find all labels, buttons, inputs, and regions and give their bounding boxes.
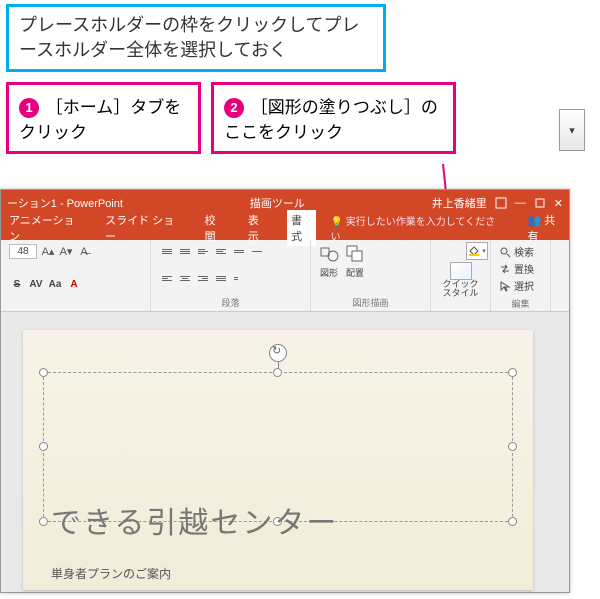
close-button[interactable]: ✕ [554, 197, 563, 210]
slide-canvas-area[interactable]: できる引越センター 単身者プランのご案内 [1, 312, 569, 592]
selection-handle[interactable] [39, 517, 48, 526]
slide[interactable]: できる引越センター 単身者プランのご案内 [23, 330, 533, 590]
find-button[interactable]: 検索 [499, 244, 542, 259]
selection-handle[interactable] [39, 368, 48, 377]
align-justify-button[interactable] [213, 271, 229, 285]
callout-2-text: ［図形の塗りつぶし］のここをクリック [224, 98, 438, 142]
align-left-button[interactable] [159, 271, 175, 285]
tell-me-hint[interactable]: 💡 実行したい作業を入力してください [330, 213, 499, 243]
callout-row: 1 ［ホーム］タブをクリック 2 ［図形の塗りつぶし］のここをクリック [6, 82, 594, 154]
ribbon-tabs: アニメーション スライド ショー 校閲 表示 書式 💡 実行したい作業を入力して… [1, 216, 569, 240]
overflow-dropdown[interactable]: ▾ [559, 109, 585, 151]
select-button[interactable]: 選択 [499, 278, 542, 293]
powerpoint-window: ーション1 - PowerPoint 描画ツール 井上香緒里 — ✕ アニメーシ… [0, 189, 570, 593]
replace-button[interactable]: 置換 [499, 261, 542, 276]
font-size-input[interactable]: 48 [9, 244, 37, 259]
callout-2: 2 ［図形の塗りつぶし］のここをクリック [211, 82, 456, 154]
ribbon-group-shape-styles: クイック スタイル [431, 240, 491, 311]
increase-font-icon[interactable]: A▴ [41, 245, 55, 259]
spacing-button[interactable]: AV [28, 277, 44, 293]
contextual-tool-label: 描画ツール [123, 195, 432, 211]
selection-handle[interactable] [39, 442, 48, 451]
line-spacing-button[interactable] [231, 244, 247, 258]
slide-subtitle-text[interactable]: 単身者プランのご案内 [51, 565, 171, 582]
selection-handle[interactable] [508, 517, 517, 526]
align-center-button[interactable] [177, 271, 193, 285]
rotate-handle[interactable] [269, 344, 287, 362]
columns-button[interactable] [231, 271, 247, 285]
maximize-button[interactable] [534, 197, 546, 209]
clear-format-icon[interactable]: A̶ [77, 245, 91, 259]
replace-icon [499, 263, 511, 275]
ribbon-group-font: 48 A▴ A▾ A̶ S AV Aa A [1, 240, 151, 311]
numbering-button[interactable] [177, 244, 193, 258]
ribbon-group-shapes: 図形 配置 図形描画 [311, 240, 431, 311]
drawing-group-label: 図形描画 [319, 296, 422, 309]
arrange-button[interactable]: 配置 [345, 244, 365, 279]
document-title: ーション1 - PowerPoint [7, 195, 123, 211]
quick-styles-button[interactable]: クイック スタイル [439, 262, 482, 298]
strikethrough-button[interactable]: S [9, 277, 25, 293]
editing-group-label: 編集 [499, 297, 542, 310]
text-direction-button[interactable] [249, 244, 265, 258]
cursor-icon [499, 280, 511, 292]
selection-handle[interactable] [508, 368, 517, 377]
shape-fill-button[interactable] [466, 242, 488, 260]
shapes-gallery-button[interactable]: 図形 [319, 244, 339, 279]
ribbon-display-icon[interactable] [495, 197, 507, 209]
indent-decrease-button[interactable] [195, 244, 211, 258]
decrease-font-icon[interactable]: A▾ [59, 245, 73, 259]
callout-1-text: ［ホーム］タブをクリック [19, 98, 181, 142]
indent-increase-button[interactable] [213, 244, 229, 258]
paint-bucket-icon [468, 246, 480, 256]
username-label: 井上香緒里 [432, 195, 487, 211]
search-icon [499, 246, 511, 258]
ribbon: 48 A▴ A▾ A̶ S AV Aa A [1, 240, 569, 312]
instruction-banner: プレースホルダーの枠をクリックしてプレースホルダー全体を選択しておく [6, 4, 386, 72]
slide-title-text[interactable]: できる引越センター [51, 498, 338, 542]
callout-1-badge: 1 [19, 98, 39, 118]
align-right-button[interactable] [195, 271, 211, 285]
ribbon-group-paragraph: 段落 [151, 240, 311, 311]
font-color-button[interactable]: A [66, 277, 82, 293]
paragraph-group-label: 段落 [159, 296, 302, 309]
callout-2-badge: 2 [224, 98, 244, 118]
selection-handle[interactable] [273, 368, 282, 377]
ribbon-group-editing: 検索 置換 選択 編集 [491, 240, 551, 311]
callout-1: 1 ［ホーム］タブをクリック [6, 82, 201, 154]
case-button[interactable]: Aa [47, 277, 63, 293]
minimize-button[interactable]: — [515, 197, 526, 209]
bullets-button[interactable] [159, 244, 175, 258]
selection-handle[interactable] [508, 442, 517, 451]
